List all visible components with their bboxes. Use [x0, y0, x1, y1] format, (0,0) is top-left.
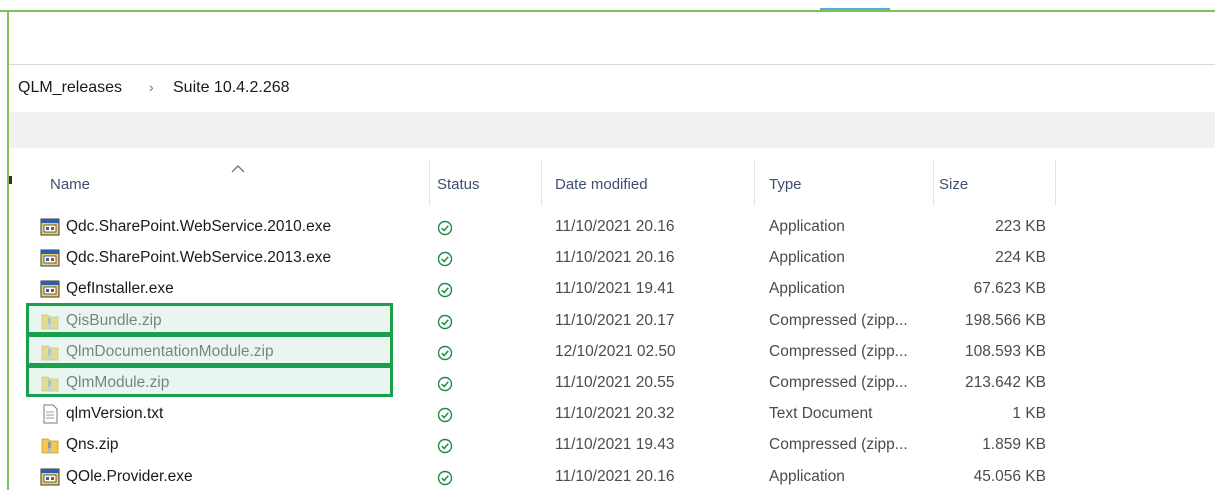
- file-type: Application: [769, 218, 845, 235]
- file-date-modified: 11/10/2021 20.32: [555, 405, 675, 423]
- breadcrumb-current[interactable]: Suite 10.4.2.268: [173, 79, 290, 97]
- file-date-modified: 11/10/2021 20.17: [555, 311, 675, 329]
- synced-check-icon: [437, 220, 453, 236]
- file-date-modified: 12/10/2021 02.50: [555, 342, 676, 360]
- file-type: Compressed (zipp...: [769, 374, 908, 391]
- file-type: Application: [769, 249, 845, 267]
- toolbar: [9, 112, 1215, 148]
- synced-check-icon: [437, 438, 453, 454]
- file-row[interactable]: QefInstaller.exe 11/10/2021 19.41 Applicat…: [9, 274, 1215, 305]
- file-date-modified: 11/10/2021 19.43: [555, 436, 675, 454]
- file-row[interactable]: qlmVersion.txt 11/10/2021 20.32 Text Docum…: [9, 399, 1215, 430]
- file-size: 1.859 KB: [982, 436, 1046, 454]
- column-divider[interactable]: [1055, 160, 1056, 206]
- file-size: 224 KB: [995, 249, 1046, 267]
- file-name: Qdc.SharePoint.WebService.2010.exe: [66, 218, 332, 235]
- column-divider[interactable]: [754, 160, 755, 206]
- synced-check-icon: [437, 282, 453, 298]
- highlight-box: [26, 333, 393, 366]
- file-name: Qns.zip: [66, 436, 119, 454]
- file-date-modified: 11/10/2021 20.16: [555, 218, 675, 235]
- file-row[interactable]: Qdc.SharePoint.WebService.2013.exe 11/10/…: [9, 243, 1215, 274]
- file-size: 108.593 KB: [964, 342, 1046, 360]
- file-date-modified: 11/10/2021 20.16: [555, 249, 675, 267]
- window-border-top: [0, 10, 1215, 12]
- column-header-type[interactable]: Type: [769, 176, 802, 193]
- file-row[interactable]: Qns.zip 11/10/2021 19.43 Compressed (zipp.…: [9, 430, 1215, 461]
- file-type: Application: [769, 467, 845, 485]
- file-size: 198.566 KB: [964, 311, 1046, 329]
- synced-check-icon: [437, 345, 453, 361]
- synced-check-icon: [437, 251, 453, 267]
- application-icon: [40, 248, 60, 268]
- file-row[interactable]: Qdc.SharePoint.WebService.2010.exe 11/10/…: [9, 212, 1215, 243]
- application-icon: [40, 279, 60, 299]
- highlight-box: [26, 365, 393, 397]
- ribbon-accent: [820, 8, 890, 10]
- file-row[interactable]: QOle.Provider.exe 11/10/2021 20.16 Applica…: [9, 462, 1215, 493]
- application-icon: [40, 217, 60, 237]
- column-header-row: Name Status Date modified Type Size: [9, 160, 1215, 206]
- address-bar[interactable]: QLM_releases › Suite 10.4.2.268: [9, 64, 1215, 114]
- file-name: QOle.Provider.exe: [66, 467, 193, 485]
- zip-folder-icon: [40, 435, 60, 455]
- synced-check-icon: [437, 470, 453, 486]
- column-divider[interactable]: [933, 160, 934, 206]
- file-type: Compressed (zipp...: [769, 311, 908, 329]
- application-icon: [40, 467, 60, 487]
- synced-check-icon: [437, 407, 453, 423]
- file-date-modified: 11/10/2021 20.16: [555, 467, 675, 485]
- file-type: Text Document: [769, 405, 873, 423]
- file-name: Qdc.SharePoint.WebService.2013.exe: [66, 249, 332, 267]
- file-size: 1 KB: [1012, 405, 1046, 423]
- file-type: Compressed (zipp...: [769, 342, 908, 360]
- column-header-size[interactable]: Size: [939, 176, 968, 193]
- file-size: 223 KB: [995, 218, 1046, 235]
- file-size: 213.642 KB: [964, 374, 1046, 391]
- file-name: qlmVersion.txt: [66, 405, 164, 423]
- breadcrumb-separator-icon[interactable]: ›: [149, 79, 154, 95]
- file-name: QefInstaller.exe: [66, 280, 174, 298]
- file-date-modified: 11/10/2021 20.55: [555, 374, 675, 391]
- column-header-name[interactable]: Name: [50, 176, 90, 193]
- text-file-icon: [40, 404, 60, 424]
- column-header-date[interactable]: Date modified: [555, 176, 648, 193]
- synced-check-icon: [437, 376, 453, 392]
- synced-check-icon: [437, 314, 453, 330]
- column-divider[interactable]: [429, 160, 430, 206]
- file-type: Application: [769, 280, 845, 298]
- breadcrumb-parent[interactable]: QLM_releases: [18, 79, 122, 97]
- file-date-modified: 11/10/2021 19.41: [555, 280, 675, 298]
- column-header-status[interactable]: Status: [437, 176, 480, 193]
- column-divider[interactable]: [541, 160, 542, 206]
- file-size: 45.056 KB: [973, 467, 1046, 485]
- sort-ascending-icon[interactable]: [231, 164, 245, 174]
- highlight-box: [26, 302, 393, 335]
- file-type: Compressed (zipp...: [769, 436, 908, 454]
- file-size: 67.623 KB: [973, 280, 1046, 298]
